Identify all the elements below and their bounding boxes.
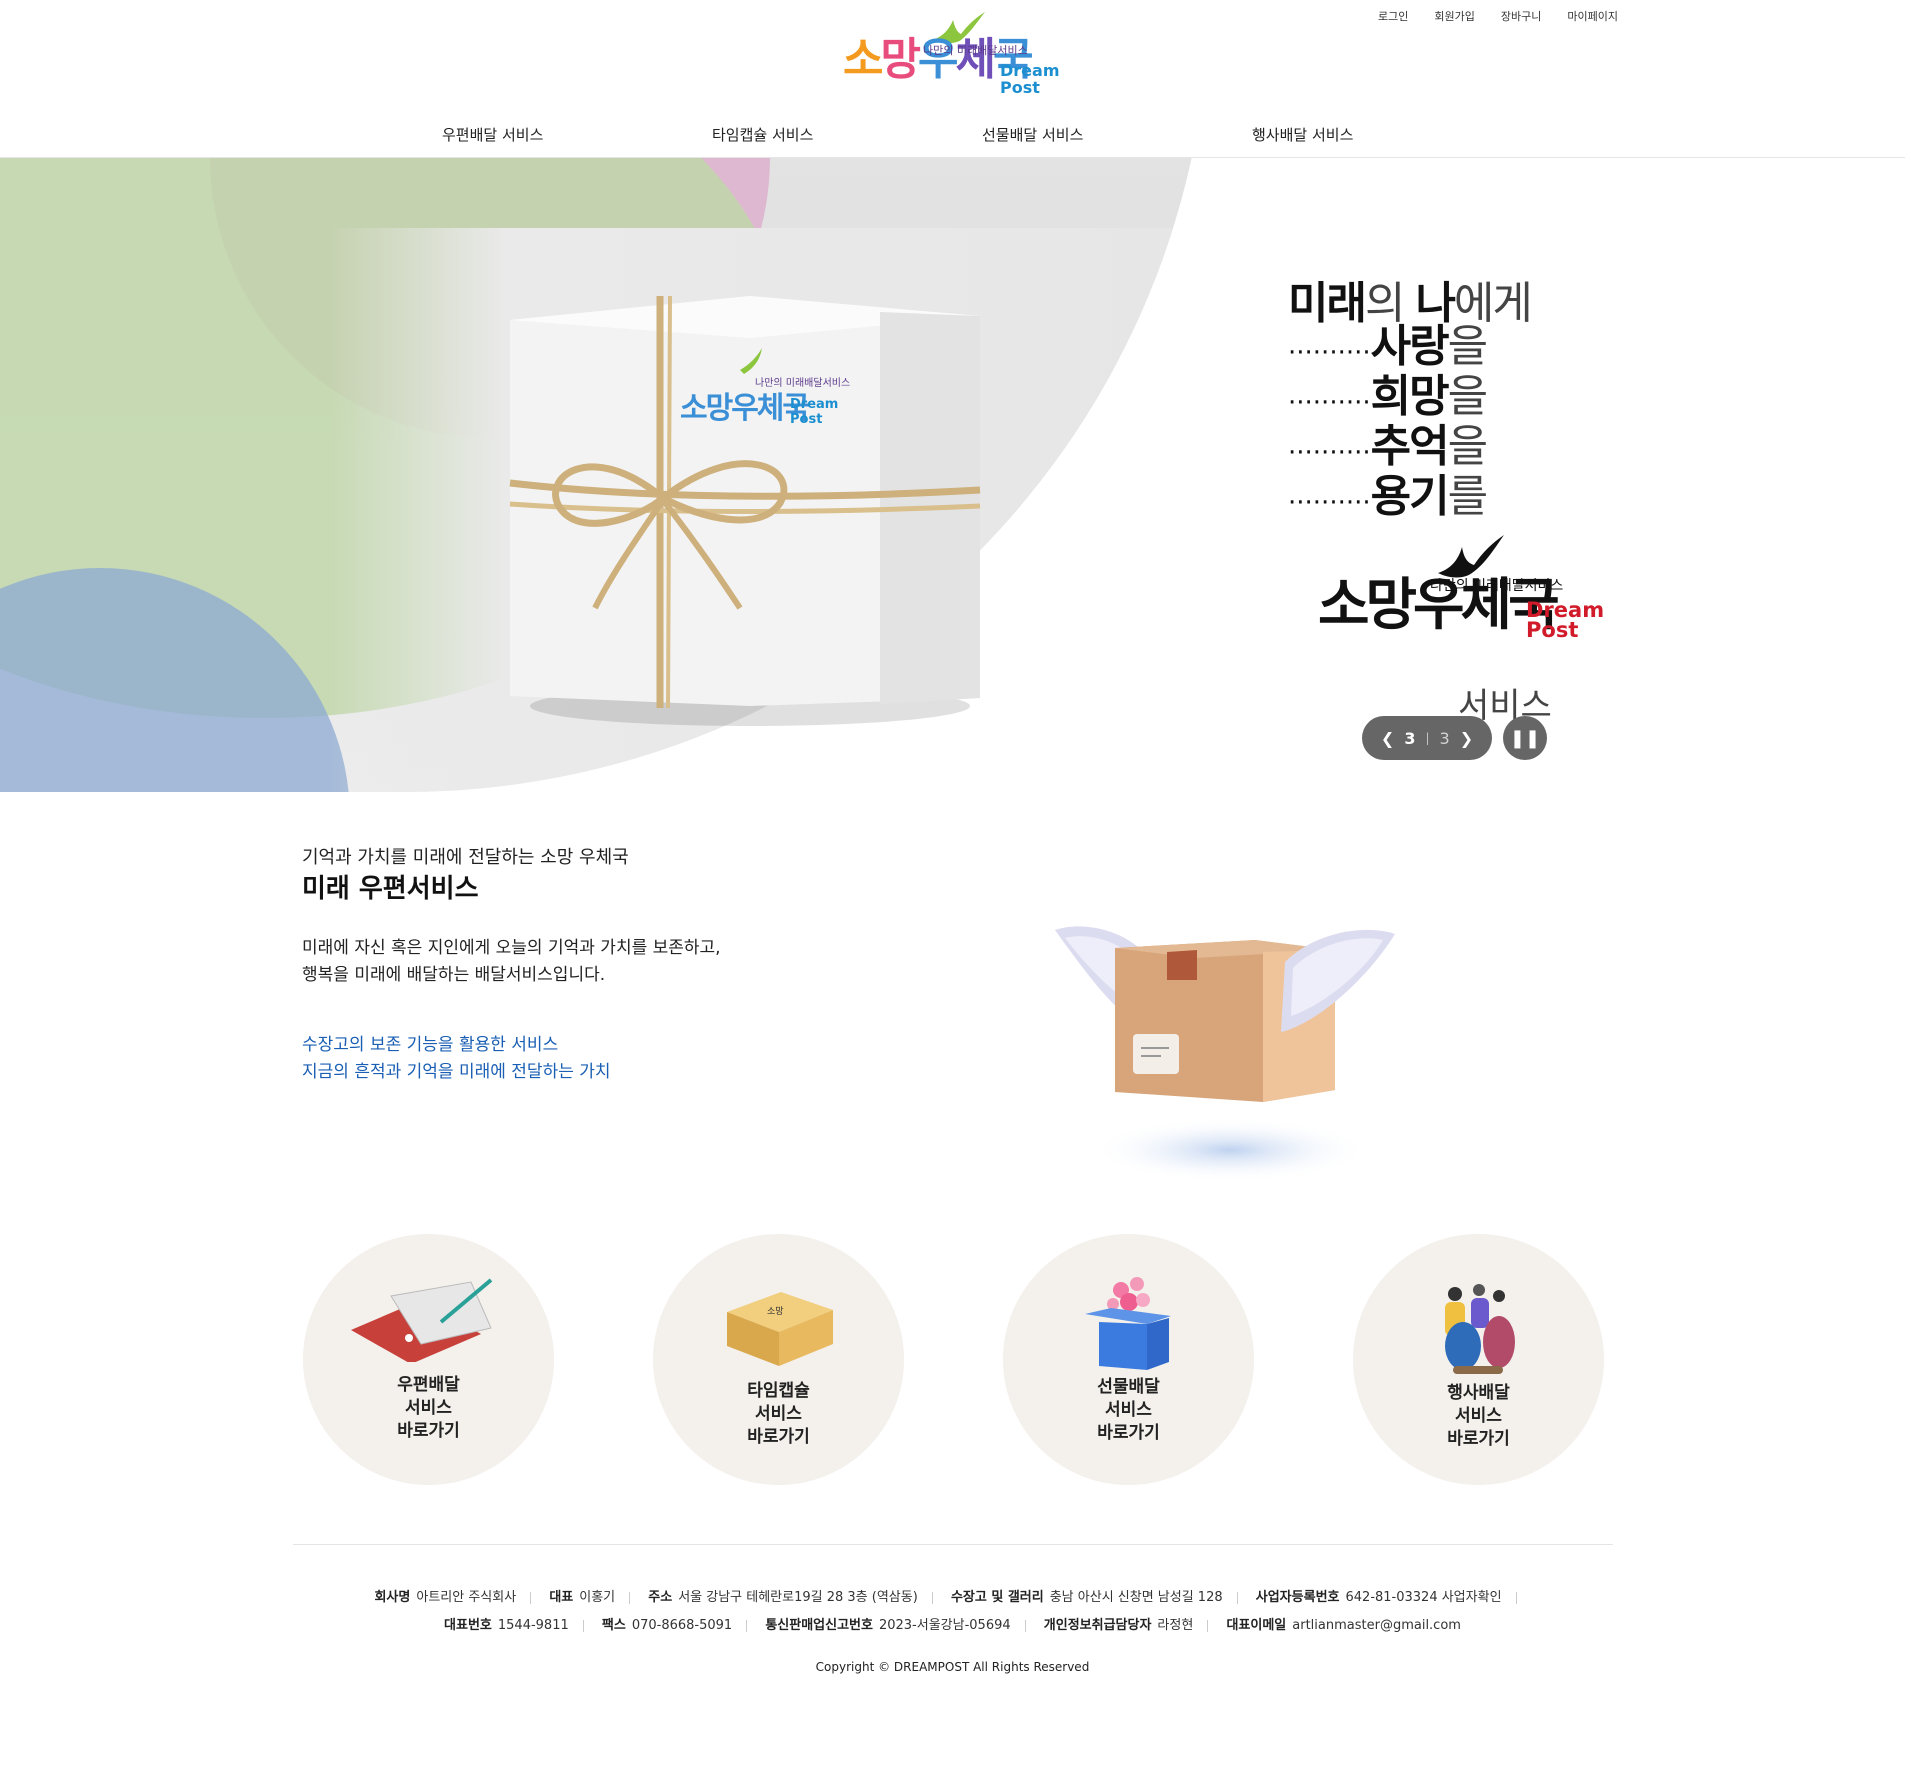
hero-slider: 소망우체국 나만의 미래배달서비스 Dream Post 미래의 나에게 ···…: [0, 158, 1905, 792]
service-event-delivery[interactable]: 행사배달 서비스 바로가기: [1353, 1234, 1604, 1485]
slide-current: 3: [1404, 728, 1416, 748]
chevron-right-icon[interactable]: ❯: [1460, 729, 1473, 748]
intro-highlights: 수장고의 보존 기능을 활용한 서비스 지금의 흔적과 기억을 미래에 전달하는 …: [302, 1035, 611, 1082]
service-time-capsule[interactable]: 소망 타임캡슐 서비스 바로가기: [653, 1234, 904, 1485]
intro-title: 미래 우편서비스: [302, 874, 479, 904]
footer-phone: 대표번호 1544-9811: [444, 1618, 569, 1633]
footer-email: 대표이메일 artlianmaster@gmail.com: [1226, 1618, 1461, 1633]
main-nav: 우편배달 서비스 타임캡슐 서비스 선물배달 서비스 행사배달 서비스: [0, 124, 1905, 156]
chevron-left-icon[interactable]: ❮: [1381, 729, 1394, 748]
envelope-icon: [351, 1278, 493, 1362]
service-label: 우편배달 서비스 바로가기: [397, 1375, 460, 1441]
footer-gallery: 수장고 및 갤러리 충남 아산시 신창면 남성길 128: [950, 1590, 1223, 1605]
nav-event-delivery[interactable]: 행사배달 서비스: [1252, 124, 1353, 145]
hero-line-2: ··········사랑을: [1288, 321, 1488, 372]
intro-subtitle: 기억과 가치를 미래에 전달하는 소망 우체국: [302, 847, 629, 868]
slide-divider: |: [1425, 731, 1430, 745]
capsule-box-icon: 소망: [727, 1292, 833, 1366]
slider-pagination: ❮ 3 | 3 ❯: [1362, 716, 1492, 760]
login-link[interactable]: 로그인: [1378, 8, 1408, 24]
svg-text:소망: 소망: [767, 1306, 784, 1317]
hero-line-5: ··········용기를: [1288, 471, 1488, 522]
hero-logo-tagline: 나만의 미래배달서비스: [1430, 578, 1564, 594]
copyright: Copyright © DREAMPOST All Rights Reserve…: [815, 1660, 1090, 1674]
footer-ceo: 대표 이홍기: [549, 1590, 616, 1605]
service-label: 타임캡슐 서비스 바로가기: [747, 1381, 810, 1447]
utility-nav: 로그인 회원가입 장바구니 마이페이지: [1378, 8, 1618, 24]
mypage-link[interactable]: 마이페이지: [1567, 8, 1618, 24]
hero-logo-english: Dream Post: [1526, 598, 1605, 642]
pause-icon[interactable]: ❚❚: [1503, 716, 1547, 760]
svg-text:나만의 미래배달서비스: 나만의 미래배달서비스: [755, 377, 850, 389]
service-post-delivery[interactable]: 우편배달 서비스 바로가기: [303, 1234, 554, 1485]
footer-contact-info: 대표번호 1544-9811 팩스 070-8668-5091 통신판매업신고번호 2…: [0, 1614, 1905, 1633]
site-logo[interactable]: 소망우체국 나만의 미래배달서비스 Dream Post: [843, 8, 1068, 108]
footer-company: 회사명 아트리안 주식회사: [374, 1590, 517, 1605]
nav-time-capsule[interactable]: 타임캡슐 서비스: [712, 124, 813, 145]
footer-company-info: 회사명 아트리안 주식회사 대표 이홍기 주소 서울 강남구 테헤란로19길 28 3…: [0, 1586, 1905, 1605]
slide-total: 3: [1439, 728, 1450, 748]
logo-tagline: 나만의 미래배달서비스: [923, 44, 1028, 57]
svg-text:Dream: Dream: [790, 397, 838, 412]
footer-ecommerce-number: 통신판매업신고번호 2023-서울강남-05694: [765, 1618, 1011, 1633]
gift-hearts-icon: [1085, 1277, 1171, 1370]
flying-box-image: [1055, 926, 1395, 1182]
footer-fax: 팩스 070-8668-5091: [601, 1618, 733, 1633]
hero-logo: 소망우체국 나만의 미래배달서비스 Dream Post: [1318, 533, 1618, 663]
nav-post-delivery[interactable]: 우편배달 서비스: [442, 124, 543, 145]
footer-divider: [293, 1544, 1613, 1545]
footer-business-number: 사업자등록번호 642-81-03324 사업자확인: [1255, 1590, 1502, 1605]
nav-gift-delivery[interactable]: 선물배달 서비스: [982, 124, 1083, 145]
gift-box-image: 소망우체국 나만의 미래배달서비스 Dream Post: [509, 295, 981, 726]
service-label: 행사배달 서비스 바로가기: [1447, 1383, 1510, 1449]
intro-description: 미래에 자신 혹은 지인에게 오늘의 기억과 가치를 보존하고, 행복을 미래에 …: [302, 938, 721, 985]
service-gift-delivery[interactable]: 선물배달 서비스 바로가기: [1003, 1234, 1254, 1485]
cart-link[interactable]: 장바구니: [1501, 8, 1541, 24]
signup-link[interactable]: 회원가입: [1434, 8, 1474, 24]
service-label: 선물배달 서비스 바로가기: [1097, 1377, 1160, 1443]
svg-text:Post: Post: [790, 412, 822, 427]
band-musicians-icon: [1445, 1284, 1515, 1374]
hero-line-3: ··········희망을: [1288, 371, 1488, 422]
footer-privacy-officer: 개인정보취급담당자 라정현: [1043, 1618, 1194, 1633]
footer-address: 주소 서울 강남구 테헤란로19길 28 3층 (역삼동): [648, 1590, 918, 1605]
logo-english: Dream Post: [1000, 61, 1060, 97]
hero-image-area: 소망우체국 나만의 미래배달서비스 Dream Post: [0, 158, 1210, 792]
hero-line-4: ··········추억을: [1288, 421, 1488, 472]
hero-headline: 미래의 나에게 ··········사랑을 ··········희망을 ····…: [1288, 278, 1533, 525]
hero-line-1: 미래의 나에게: [1288, 278, 1533, 329]
